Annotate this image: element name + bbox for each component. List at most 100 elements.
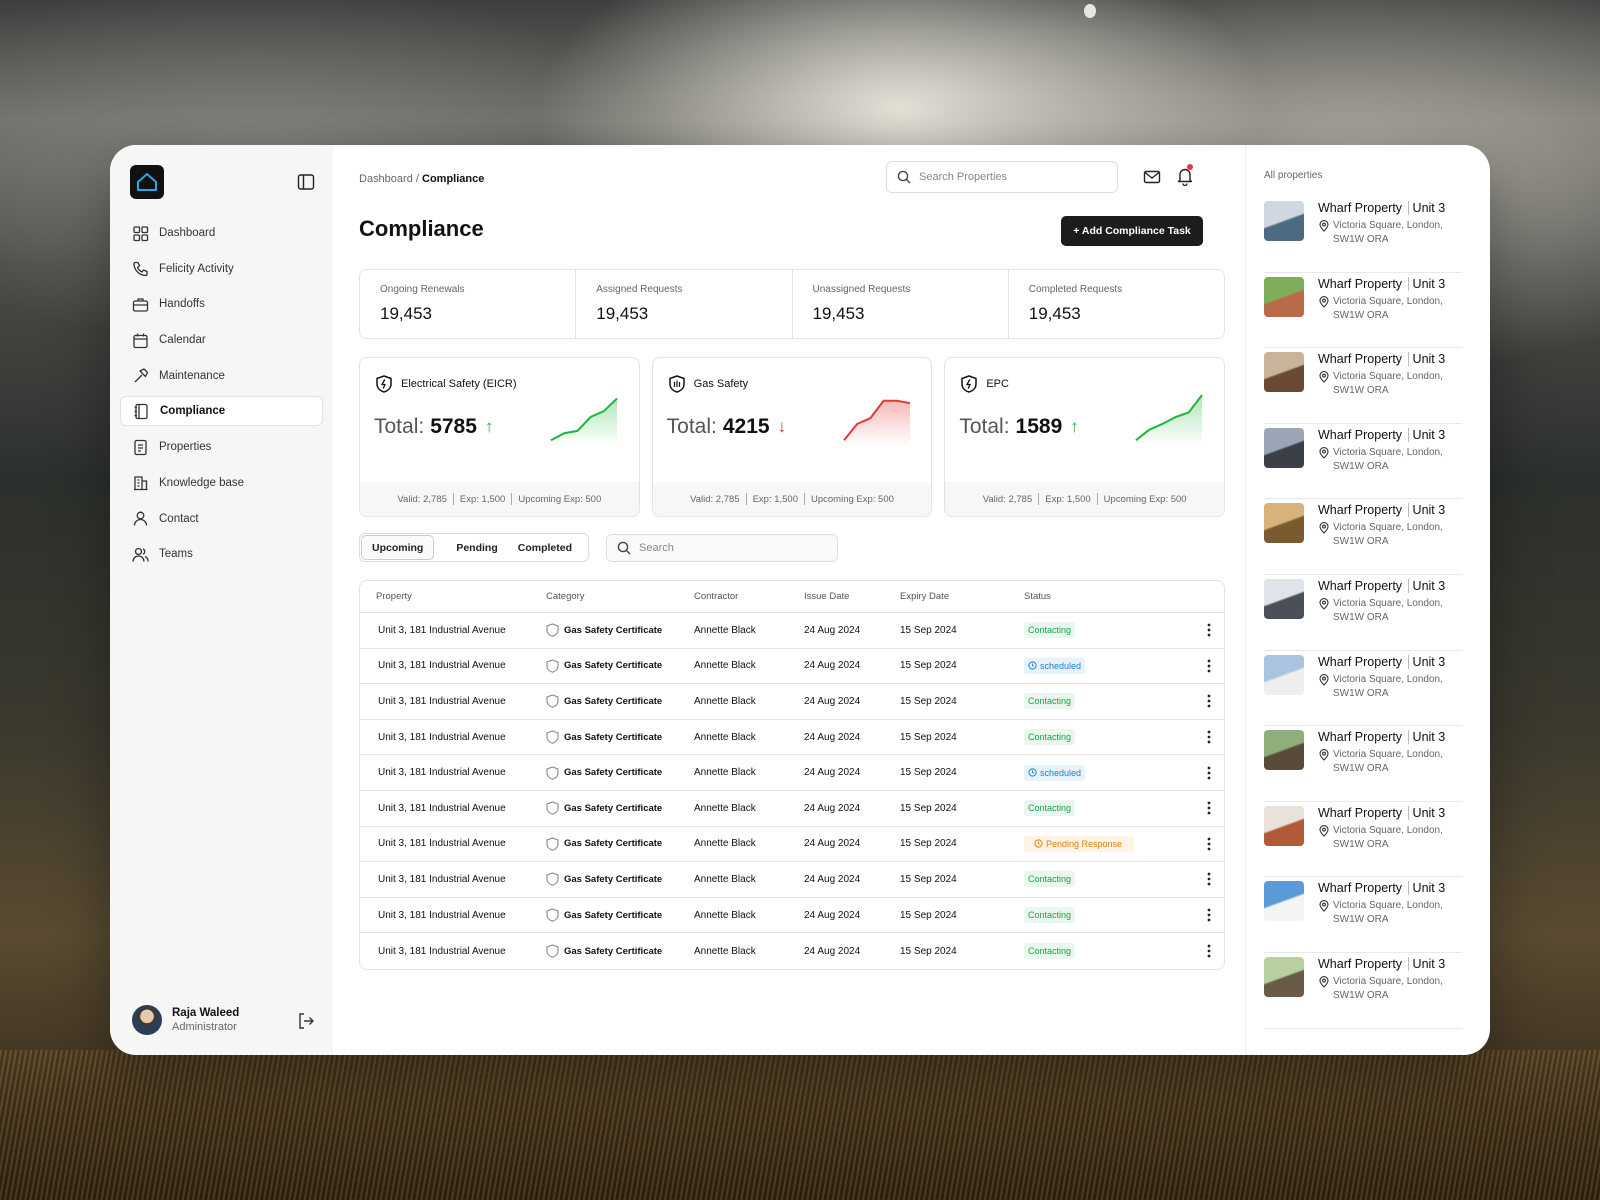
clock-icon [1034, 839, 1043, 848]
table-row[interactable]: Unit 3, 181 Industrial Avenue Gas Safety … [360, 649, 1224, 685]
sparkline-chart [550, 397, 618, 446]
status-label: scheduled [1040, 660, 1082, 671]
property-thumbnail [1264, 956, 1304, 997]
row-menu-button[interactable] [1194, 801, 1224, 815]
property-name: Wharf Property Unit 3 [1318, 352, 1462, 367]
property-unit: Unit 3 [1407, 654, 1446, 669]
property-item[interactable]: Wharf Property Unit 3 Victoria Square, Lo… [1264, 575, 1462, 651]
table-row[interactable]: Unit 3, 181 Industrial Avenue Gas Safety … [360, 755, 1224, 791]
property-name: Wharf Property Unit 3 [1318, 503, 1462, 518]
row-menu-button[interactable] [1194, 730, 1224, 744]
column-header-expiry-date[interactable]: Expiry Date [900, 591, 1024, 602]
property-item[interactable]: Wharf Property Unit 3 Victoria Square, Lo… [1264, 802, 1462, 878]
sidebar-item-compliance[interactable]: Compliance [120, 396, 323, 427]
property-item[interactable]: Wharf Property Unit 3 Victoria Square, Lo… [1264, 273, 1462, 349]
more-vertical-icon [1207, 908, 1211, 922]
table-search-input[interactable] [639, 542, 819, 554]
property-thumbnail [1264, 805, 1304, 846]
user-profile[interactable]: Raja Waleed Administrator [132, 1005, 315, 1035]
property-title: Wharf Property [1318, 578, 1403, 593]
shield-icon [546, 908, 559, 922]
column-header-status[interactable]: Status [1024, 591, 1194, 602]
sidebar-item-dashboard[interactable]: Dashboard [120, 218, 323, 248]
property-unit: Unit 3 [1407, 730, 1446, 745]
compliance-card-gas-safety[interactable]: Gas Safety Total: 4215 ↓ Valid: 2,785 Exp: 1,… [651, 357, 933, 517]
property-item[interactable]: Wharf Property Unit 3 Victoria Square, Lo… [1264, 651, 1462, 727]
property-item[interactable]: Wharf Property Unit 3 Victoria Square, Lo… [1264, 726, 1462, 802]
row-menu-button[interactable] [1194, 837, 1224, 851]
column-header-property[interactable]: Property [360, 591, 546, 602]
property-address: Victoria Square, London, SW1W ORA [1318, 295, 1462, 323]
more-vertical-icon [1207, 944, 1211, 958]
tab-pending[interactable]: Pending [446, 535, 507, 560]
table-row[interactable]: Unit 3, 181 Industrial Avenue Gas Safety … [360, 827, 1224, 863]
table-row[interactable]: Unit 3, 181 Industrial Avenue Gas Safety … [360, 791, 1224, 827]
shield-icon [546, 801, 559, 816]
table-search[interactable] [606, 534, 838, 562]
table-row[interactable]: Unit 3, 181 Industrial Avenue Gas Safety … [360, 898, 1224, 934]
table-row[interactable]: Unit 3, 181 Industrial Avenue Gas Safety … [360, 862, 1224, 898]
card-total: Total: 1589 ↑ [959, 415, 1078, 439]
row-menu-button[interactable] [1194, 659, 1224, 673]
add-compliance-task-button[interactable]: + Add Compliance Task [1061, 216, 1203, 246]
property-item[interactable]: Wharf Property Unit 3 Victoria Square, Lo… [1264, 197, 1462, 273]
property-search-input[interactable] [919, 171, 1099, 183]
column-header-contractor[interactable]: Contractor [694, 591, 804, 602]
property-name: Wharf Property Unit 3 [1318, 730, 1462, 745]
sidebar-item-calendar[interactable]: Calendar [120, 325, 323, 355]
status-label: Pending Response [1046, 838, 1123, 849]
row-menu-button[interactable] [1194, 872, 1224, 886]
table-row[interactable]: Unit 3, 181 Industrial Avenue Gas Safety … [360, 613, 1224, 649]
logout-icon[interactable] [297, 1012, 315, 1030]
property-item[interactable]: Wharf Property Unit 3 Victoria Square, Lo… [1264, 877, 1462, 953]
more-vertical-icon [1207, 801, 1211, 815]
property-item[interactable]: Wharf Property Unit 3 Victoria Square, Lo… [1264, 953, 1462, 1029]
sidebar-item-teams[interactable]: Teams [120, 539, 323, 569]
compliance-card-epc[interactable]: EPC Total: 1589 ↑ Valid: 2,785 Exp: 1,500 Upco… [944, 357, 1226, 517]
sidebar-item-handoffs[interactable]: Handoffs [120, 289, 323, 319]
table-row[interactable]: Unit 3, 181 Industrial Avenue Gas Safety … [360, 684, 1224, 720]
stat-value: 19,453 [380, 304, 432, 323]
sparkline-area [843, 400, 910, 446]
location-pin-icon [1319, 371, 1329, 383]
sidebar-item-maintenance[interactable]: Maintenance [120, 361, 323, 391]
property-unit: Unit 3 [1407, 805, 1446, 820]
property-item[interactable]: Wharf Property Unit 3 Victoria Square, Lo… [1264, 499, 1462, 575]
cell-contractor: Annette Black [694, 909, 756, 921]
card-total: Total: 5785 ↑ [374, 415, 493, 439]
sidebar-item-felicity-activity[interactable]: Felicity Activity [120, 254, 323, 284]
mail-icon[interactable] [1143, 168, 1161, 186]
table-row[interactable]: Unit 3, 181 Industrial Avenue Gas Safety … [360, 720, 1224, 756]
tab-completed[interactable]: Completed [508, 535, 582, 560]
property-item[interactable]: Wharf Property Unit 3 Victoria Square, Lo… [1264, 424, 1462, 500]
cell-issue-date: 24 Aug 2024 [804, 731, 861, 743]
sidebar-item-contact[interactable]: Contact [120, 504, 323, 534]
sidebar-item-properties[interactable]: Properties [120, 432, 323, 462]
column-header-issue-date[interactable]: Issue Date [804, 591, 900, 602]
cell-issue-date: 24 Aug 2024 [804, 695, 861, 707]
tab-upcoming[interactable]: Upcoming [361, 535, 435, 560]
compliance-card-electrical-safety-eicr[interactable]: Electrical Safety (EICR) Total: 5785 ↑ Valid… [359, 357, 640, 517]
row-menu-button[interactable] [1194, 944, 1224, 958]
row-menu-button[interactable] [1194, 908, 1224, 922]
column-header-category[interactable]: Category [546, 591, 694, 602]
sidebar-item-label: Handoffs [159, 298, 205, 311]
app-logo[interactable] [130, 165, 164, 199]
row-menu-button[interactable] [1194, 766, 1224, 780]
property-info: Wharf Property Unit 3 Victoria Square, Lo… [1318, 881, 1462, 927]
card-title: Gas Safety [693, 378, 749, 390]
more-vertical-icon [1207, 730, 1211, 744]
property-name: Wharf Property Unit 3 [1318, 578, 1462, 593]
breadcrumb-root[interactable]: Dashboard [359, 173, 413, 185]
property-item[interactable]: Wharf Property Unit 3 Victoria Square, Lo… [1264, 348, 1462, 424]
property-search[interactable] [886, 161, 1118, 193]
sidebar-toggle-icon[interactable] [297, 173, 315, 191]
sidebar-item-label: Contact [159, 512, 199, 525]
row-menu-button[interactable] [1194, 623, 1224, 637]
cell-contractor: Annette Black [694, 767, 756, 779]
row-menu-button[interactable] [1194, 694, 1224, 708]
table-row[interactable]: Unit 3, 181 Industrial Avenue Gas Safety … [360, 933, 1224, 969]
sidebar-item-knowledge-base[interactable]: Knowledge base [120, 468, 323, 498]
property-info: Wharf Property Unit 3 Victoria Square, Lo… [1318, 805, 1462, 852]
category-label: Gas Safety Certificate [564, 695, 663, 707]
